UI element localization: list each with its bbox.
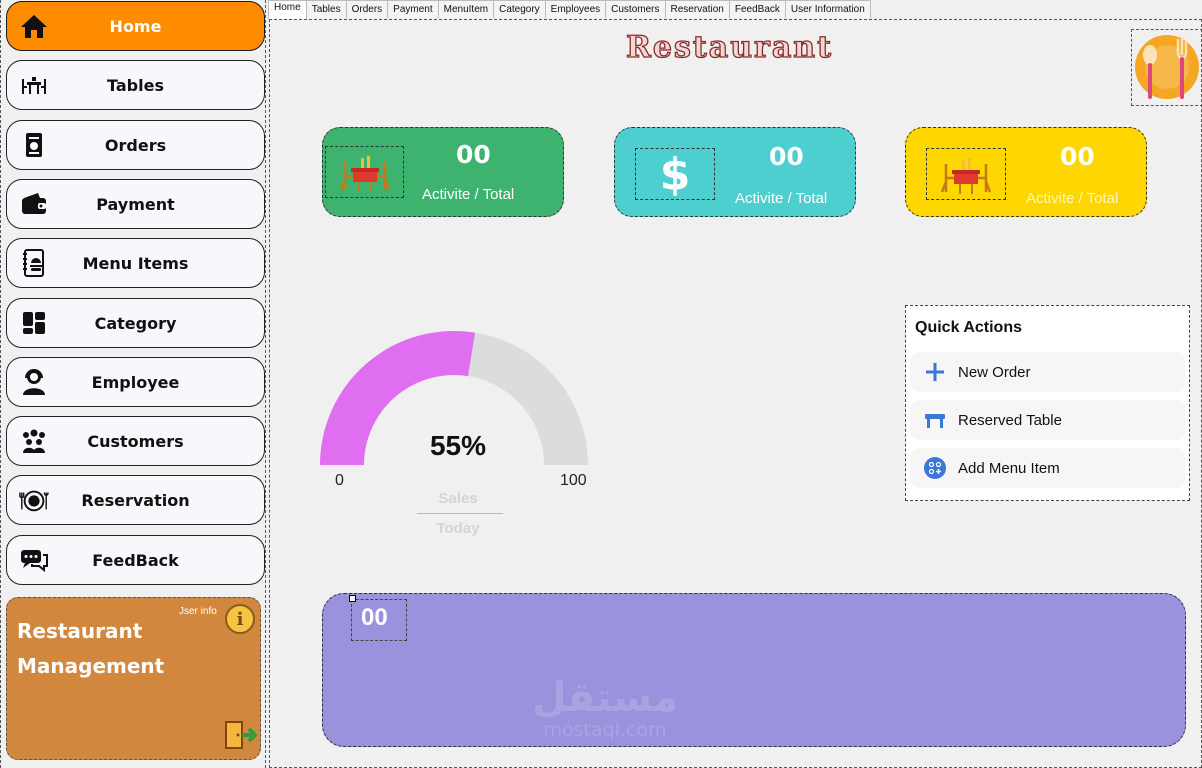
table-icon [19, 70, 49, 100]
plate-cutlery-icon [1135, 34, 1199, 99]
tab-orders[interactable]: Orders [345, 0, 389, 18]
page-title: Restaurant [625, 29, 833, 65]
sidebar-item-label: Orders [104, 135, 167, 155]
tab-reservation[interactable]: Reservation [664, 0, 730, 18]
resize-handle[interactable] [349, 595, 356, 602]
orders-icon [19, 130, 49, 160]
sidebar-item-customers[interactable]: Customers [6, 416, 265, 466]
gauge-label-sales: Sales [438, 490, 478, 507]
app-window: Home Tables Orders Payment Menu Items Ca… [0, 0, 1202, 768]
feedback-icon [19, 545, 49, 575]
user-info-card: Restaurant Management Jser info i [6, 597, 261, 760]
sidebar-item-feedback[interactable]: FeedBack [6, 535, 265, 585]
menu-book-icon [19, 248, 49, 278]
home-icon [19, 11, 49, 41]
tab-customers[interactable]: Customers [605, 0, 666, 18]
customers-icon [19, 426, 49, 456]
tab-strip: Home Tables Orders Payment MenuItem Cate… [268, 0, 871, 19]
gauge-min-label: 0 [335, 472, 344, 489]
sales-gauge: 0 100 55% Sales Today [320, 315, 610, 545]
table-icon [920, 405, 950, 435]
stat-card-tables: 00 Activite / Total [322, 127, 564, 217]
reserved-table-button[interactable]: Reserved Table [910, 400, 1185, 440]
tab-category[interactable]: Category [493, 0, 546, 18]
stat-value: 00 [1060, 142, 1095, 171]
tab-home[interactable]: Home [268, 0, 307, 19]
tab-payment[interactable]: Payment [387, 0, 439, 18]
stat-value: 00 [769, 142, 804, 171]
sidebar-item-label: Menu Items [82, 253, 189, 273]
sidebar-item-label: Employee [91, 372, 180, 392]
reservation-icon [19, 485, 49, 515]
sidebar-item-label: Tables [107, 75, 164, 95]
restaurant-logo [1131, 29, 1202, 106]
quick-action-label: Reserved Table [958, 411, 1062, 429]
summary-value: 00 [361, 604, 388, 631]
sidebar-item-home[interactable]: Home [6, 1, 265, 51]
quick-actions-title: Quick Actions [915, 319, 1022, 336]
tab-menuitem[interactable]: MenuItem [437, 0, 495, 18]
sidebar-item-tables[interactable]: Tables [6, 60, 265, 110]
dining-table-icon [325, 146, 404, 198]
sidebar-item-reservation[interactable]: Reservation [6, 475, 265, 525]
stat-card-reservations: 00 Activite / Total [905, 127, 1147, 217]
tab-feedback[interactable]: FeedBack [728, 0, 786, 18]
sidebar-item-label: Reservation [81, 490, 190, 510]
sidebar-item-label: Home [109, 16, 162, 36]
gauge-percent: 55% [429, 430, 487, 461]
employee-icon [19, 367, 49, 397]
sidebar-item-payment[interactable]: Payment [6, 179, 265, 229]
sidebar-item-label: Payment [96, 194, 175, 214]
category-icon [19, 308, 49, 338]
watermark-arabic: مستقل [531, 675, 679, 721]
sidebar-item-category[interactable]: Category [6, 298, 265, 348]
stat-label: Activite / Total [1026, 190, 1119, 207]
exit-door-icon[interactable] [224, 719, 258, 751]
tab-employees[interactable]: Employees [544, 0, 607, 18]
stat-value: 00 [456, 140, 491, 169]
add-item-icon [920, 453, 950, 483]
dining-table-icon [926, 148, 1006, 200]
tab-user-information[interactable]: User Information [784, 0, 871, 18]
info-icon[interactable]: i [225, 604, 255, 634]
gauge-divider [417, 513, 503, 514]
sidebar-item-employee[interactable]: Employee [6, 357, 265, 407]
summary-panel: 00 مستقل mostaql.com [322, 593, 1186, 747]
gauge-max-label: 100 [560, 472, 587, 489]
sidebar: Home Tables Orders Payment Menu Items Ca… [0, 0, 266, 768]
dollar-icon: $ [635, 148, 715, 200]
add-menu-item-button[interactable]: Add Menu Item [910, 448, 1185, 488]
app-name-label: Restaurant Management [17, 619, 165, 678]
user-info-label: Jser info [179, 606, 217, 617]
stat-label: Activite / Total [735, 190, 828, 207]
sidebar-item-menu-items[interactable]: Menu Items [6, 238, 265, 288]
stat-label: Activite / Total [422, 186, 515, 203]
sidebar-item-label: Customers [87, 431, 184, 451]
home-panel: Restaurant 00 Activite / Total $ 00 Acti… [269, 19, 1202, 768]
wallet-icon [19, 189, 49, 219]
watermark: مستقل mostaql.com [530, 676, 680, 740]
gauge-label-today: Today [436, 520, 480, 537]
tab-tables[interactable]: Tables [305, 0, 347, 18]
sidebar-item-label: FeedBack [92, 550, 179, 570]
quick-action-label: Add Menu Item [958, 459, 1060, 477]
sidebar-item-label: Category [94, 313, 177, 333]
new-order-button[interactable]: New Order [910, 352, 1185, 392]
quick-actions-panel: Quick Actions New Order Reserved Table A… [905, 305, 1190, 501]
quick-action-label: New Order [958, 363, 1031, 381]
sidebar-item-orders[interactable]: Orders [6, 120, 265, 170]
watermark-url: mostaql.com [543, 719, 667, 741]
stat-card-payment: $ 00 Activite / Total [614, 127, 856, 217]
plus-icon [920, 357, 950, 387]
